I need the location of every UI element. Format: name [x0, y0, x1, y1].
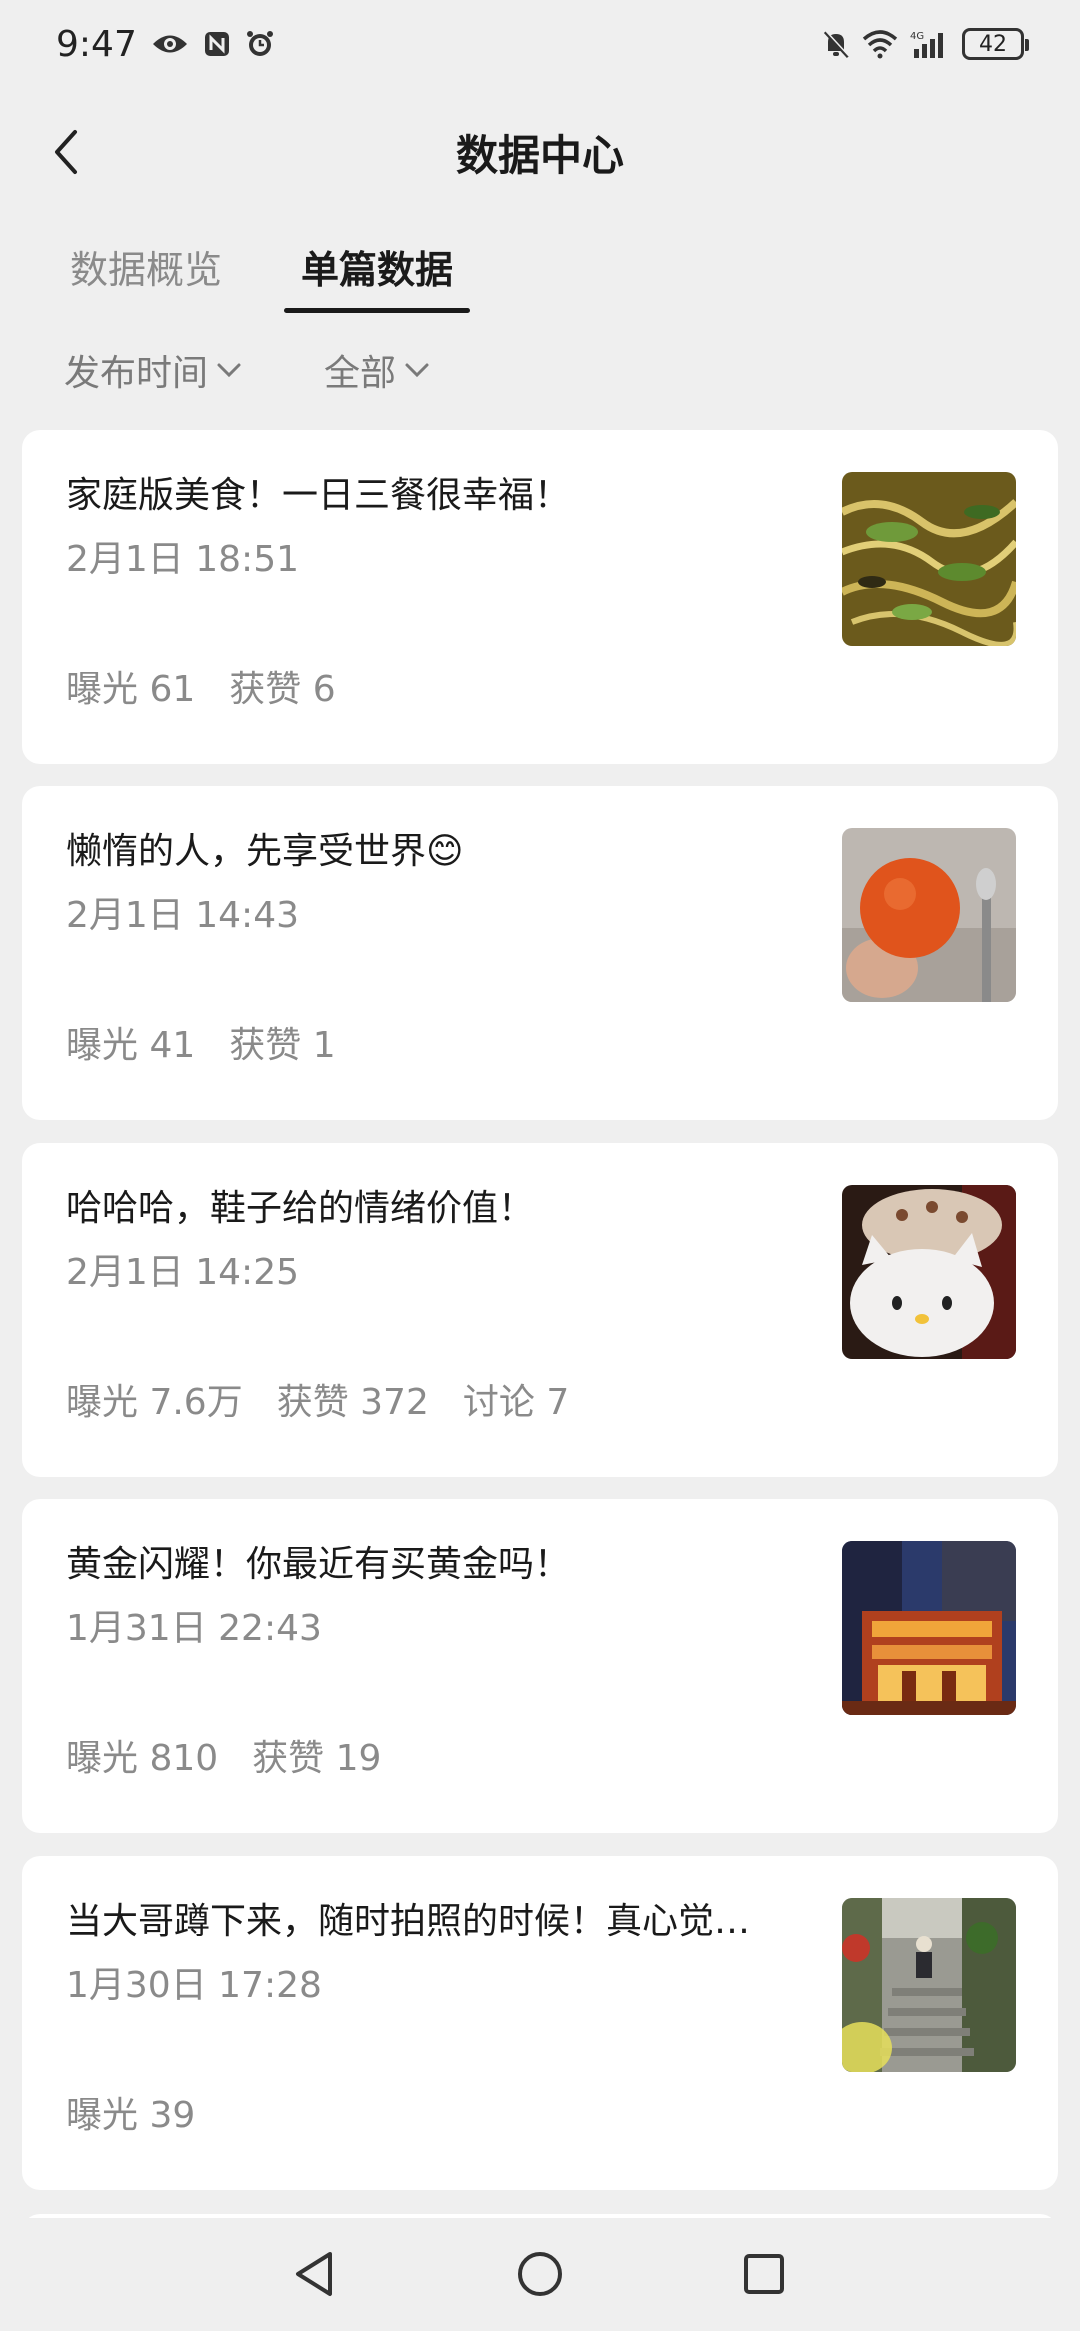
post-title: 家庭版美食！一日三餐很幸福！: [66, 475, 571, 516]
nfc-icon: [203, 30, 231, 58]
eye-icon: [151, 31, 189, 57]
nav-back-icon: [296, 2252, 332, 2296]
status-time: 9:47: [56, 23, 137, 65]
post-date: 2月1日 14:25: [66, 1252, 299, 1293]
nav-home-icon: [518, 2252, 562, 2296]
post-stats: 曝光 39: [66, 2092, 195, 2140]
status-right: 4G 42: [822, 28, 1029, 60]
post-stats: 曝光 810 获赞 19: [66, 1735, 381, 1783]
stat-likes: 获赞 1: [229, 1025, 336, 1066]
post-title: 懒惰的人，先享受世界😊: [66, 831, 464, 872]
post-date: 1月30日 17:28: [66, 1965, 322, 2006]
status-left: 9:47: [56, 24, 275, 65]
filter-all[interactable]: 全部: [324, 332, 430, 408]
orange-fruit-photo: [842, 828, 1016, 1002]
filter-label: 全部: [324, 353, 397, 394]
post-card[interactable]: 懒惰的人，先享受世界😊 2月1日 14:43 曝光 41 获赞 1: [22, 786, 1058, 1120]
post-title: 黄金闪耀！你最近有买黄金吗！: [66, 1544, 571, 1585]
post-thumbnail: [842, 472, 1016, 646]
chevron-down-icon: [217, 363, 241, 378]
post-card[interactable]: 家庭版美食！一日三餐很幸福！ 2月1日 18:51 曝光 61 获赞 6: [22, 430, 1058, 764]
wifi-icon: [862, 29, 898, 59]
stat-likes: 获赞 6: [229, 669, 336, 710]
post-thumbnail: [842, 1898, 1016, 2072]
post-stats: 曝光 61 获赞 6: [66, 666, 336, 714]
post-date: 2月1日 14:43: [66, 895, 299, 936]
stat-exposure: 曝光 39: [66, 2095, 196, 2136]
post-title: 当大哥蹲下来，随时拍照的时候！真心觉…: [66, 1901, 751, 1942]
tab-bar: 数据概览 单篇数据: [0, 218, 1080, 314]
status-bar: 9:47 4G 42: [0, 0, 1080, 88]
active-tab-indicator: [284, 308, 470, 313]
post-title: 哈哈哈，鞋子给的情绪价值！: [66, 1188, 535, 1229]
stat-likes: 获赞 372: [276, 1382, 429, 1423]
stat-exposure: 曝光 810: [66, 1738, 219, 1779]
tab-single-post[interactable]: 单篇数据: [284, 218, 470, 314]
stat-exposure: 曝光 7.6万: [66, 1382, 243, 1423]
page-title: 数据中心: [455, 130, 624, 180]
post-date: 1月31日 22:43: [66, 1608, 322, 1649]
svg-text:4G: 4G: [910, 31, 924, 42]
data-center-page: 9:47 4G 42 数据中心 数据概览 单篇数据 发布时间 全部 家庭版美食！…: [0, 0, 1080, 2331]
nav-recent-button[interactable]: [732, 2242, 796, 2306]
alarm-icon: [245, 29, 275, 59]
post-stats: 曝光 7.6万 获赞 372 讨论 7: [66, 1379, 569, 1427]
back-button[interactable]: [36, 122, 96, 182]
post-card[interactable]: 当大哥蹲下来，随时拍照的时候！真心觉… 1月30日 17:28 曝光 39: [22, 1856, 1058, 2190]
chevron-down-icon: [405, 363, 429, 378]
mute-icon: [822, 29, 850, 59]
post-stats: 曝光 41 获赞 1: [66, 1022, 336, 1070]
stat-exposure: 曝光 61: [66, 669, 196, 710]
battery-level: 42: [979, 31, 1007, 57]
system-nav-bar: [0, 2218, 1080, 2331]
nav-recent-icon: [744, 2254, 784, 2294]
signal-4g-icon: 4G: [910, 29, 950, 59]
stat-comments: 讨论 7: [462, 1382, 570, 1423]
alley-stairs-photo: [842, 1898, 1016, 2072]
hello-kitty-slipper-photo: [842, 1185, 1016, 1359]
filter-label: 发布时间: [64, 353, 209, 394]
post-thumbnail: [842, 1541, 1016, 1715]
filter-bar: 发布时间 全部: [0, 332, 1080, 408]
nav-back-button[interactable]: [282, 2242, 346, 2306]
post-card[interactable]: 黄金闪耀！你最近有买黄金吗！ 1月31日 22:43 曝光 810 获赞 19: [22, 1499, 1058, 1833]
fried-noodles-photo: [842, 472, 1016, 646]
tab-overview[interactable]: 数据概览: [64, 218, 228, 314]
post-card[interactable]: 哈哈哈，鞋子给的情绪价值！ 2月1日 14:25 曝光 7.6万 获赞 372 …: [22, 1143, 1058, 1477]
battery-icon: 42: [962, 28, 1029, 60]
post-date: 2月1日 18:51: [66, 539, 299, 580]
filter-publish-time[interactable]: 发布时间: [64, 332, 242, 408]
golden-building-night-photo: [842, 1541, 1016, 1715]
post-thumbnail: [842, 1185, 1016, 1359]
header: 数据中心: [0, 100, 1080, 204]
nav-home-button[interactable]: [508, 2242, 572, 2306]
post-thumbnail: [842, 828, 1016, 1002]
chevron-left-icon: [55, 130, 77, 174]
stat-likes: 获赞 19: [252, 1738, 382, 1779]
stat-exposure: 曝光 41: [66, 1025, 196, 1066]
